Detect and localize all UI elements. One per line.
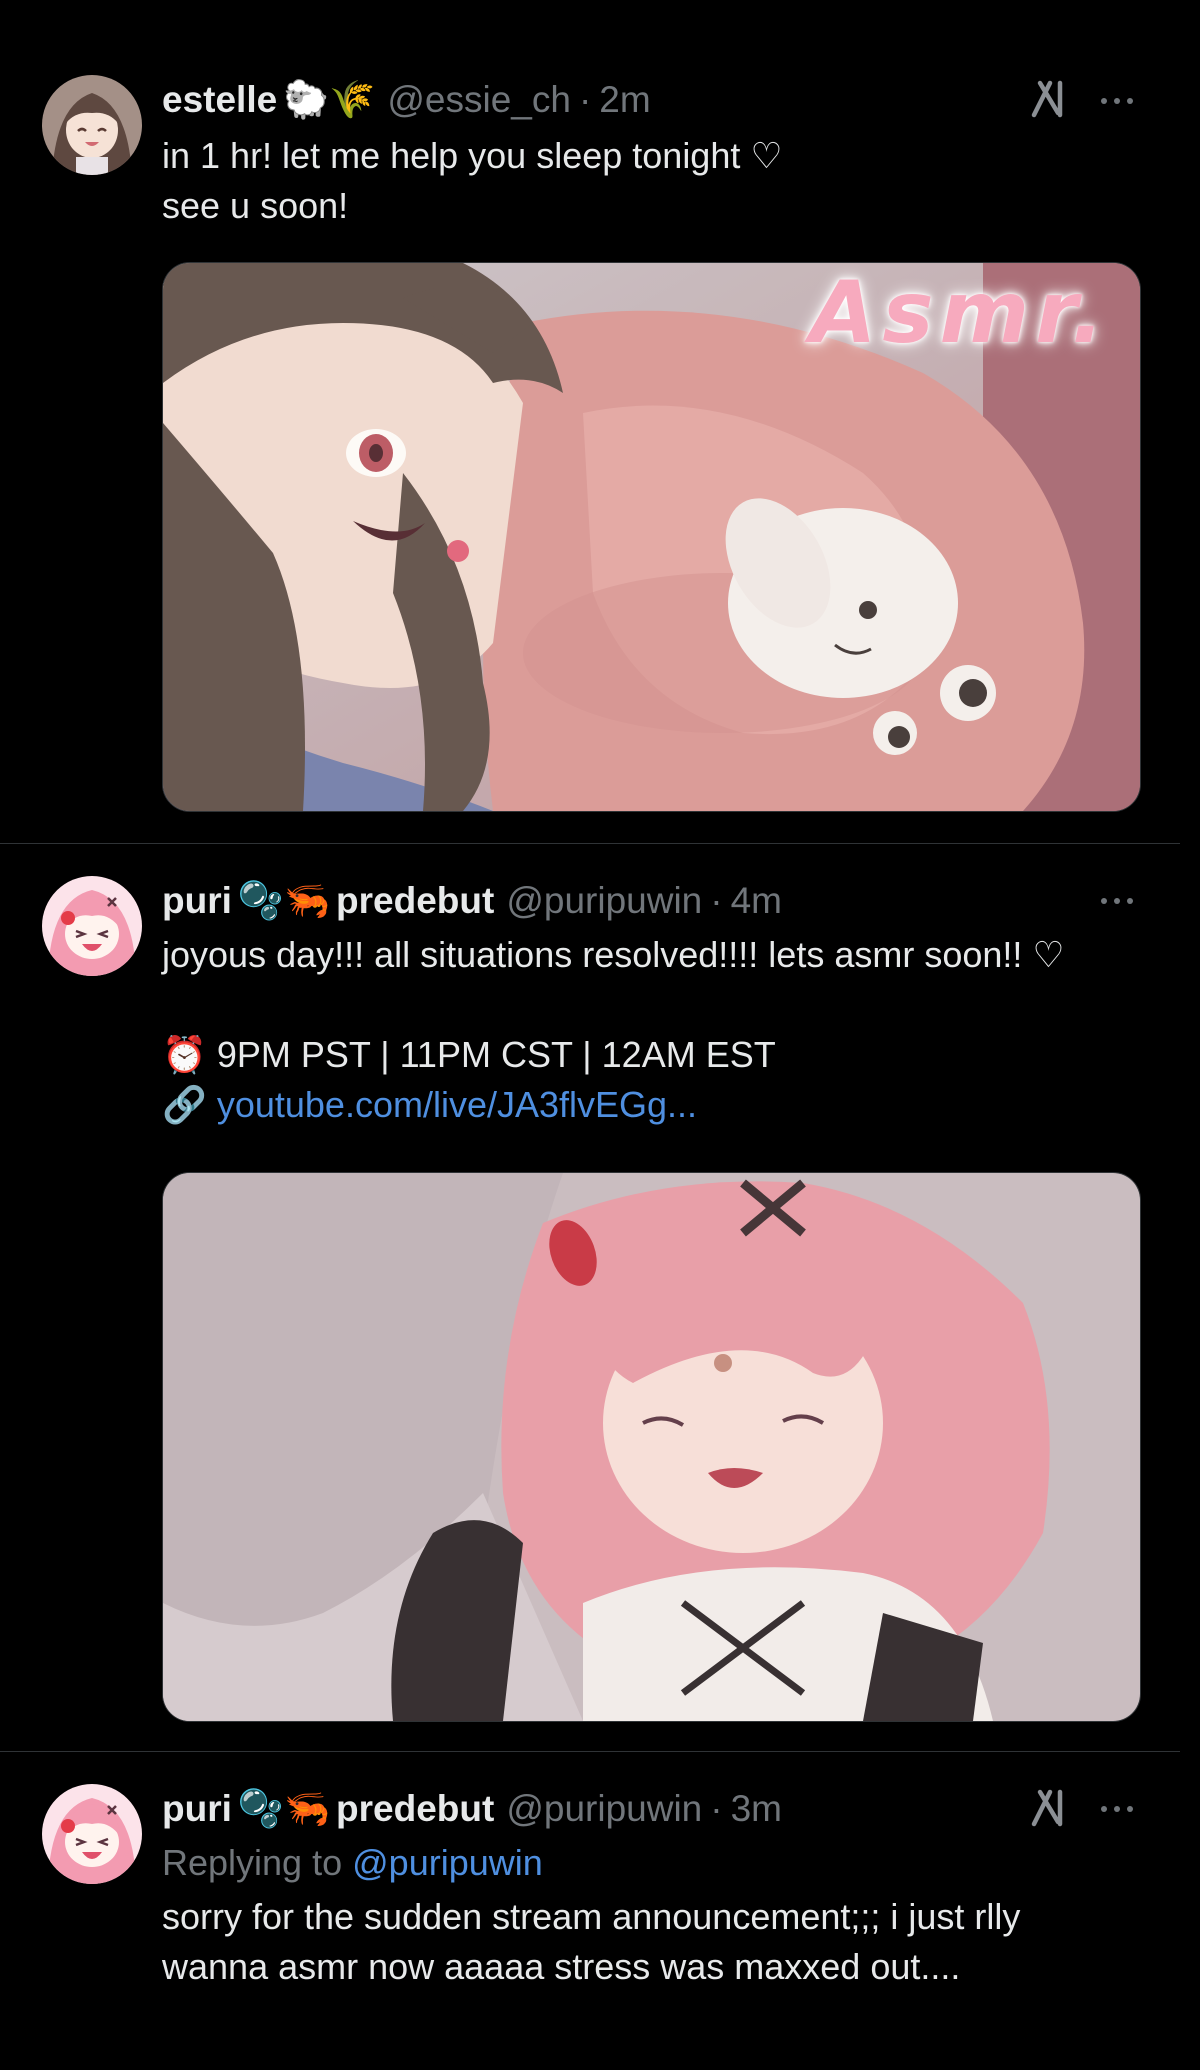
avatar[interactable] — [42, 75, 142, 175]
tweet-3[interactable]: puri 🫧🦐 predebut @puripuwin · 3m Replyin… — [0, 1752, 1200, 2070]
schedule-line: ⏰ 9PM PST | 11PM CST | 12AM EST — [162, 1030, 1065, 1080]
tweet-2[interactable]: puri 🫧🦐 predebut @puripuwin · 4m joyous … — [0, 844, 1200, 1751]
display-name[interactable]: puri — [162, 880, 232, 922]
link-line: 🔗 youtube.com/live/JA3flvEGg... — [162, 1080, 1065, 1130]
tweet-text-line: sorry for the sudden stream announcement… — [162, 1896, 1021, 1937]
media-overlay-text: Asmr. — [809, 263, 1110, 363]
tweet-header: puri 🫧🦐 predebut @puripuwin · 3m — [162, 1787, 782, 1831]
name-emoji: 🫧🦐 — [237, 1787, 331, 1829]
link-icon: 🔗 — [162, 1084, 207, 1125]
tweet-text-line: wanna asmr now aaaaa stress was maxxed o… — [162, 1946, 961, 1987]
tweet-header: estelle 🐑🌾 @essie_ch · 2m — [162, 78, 651, 122]
separator-dot: · — [710, 1788, 723, 1829]
replying-to: Replying to @puripuwin — [162, 1838, 543, 1888]
tweet-link[interactable]: youtube.com/live/JA3flvEGg... — [217, 1084, 697, 1125]
tweet-1[interactable]: estelle 🐑🌾 @essie_ch · 2m in 1 hr! let m… — [0, 0, 1200, 843]
more-icon[interactable] — [1097, 1788, 1137, 1828]
avatar[interactable] — [42, 1784, 142, 1884]
tweet-text: joyous day!!! all situations resolved!!!… — [162, 930, 1065, 1130]
tweet-image[interactable] — [162, 1172, 1141, 1722]
handle[interactable]: @puripuwin — [506, 880, 702, 922]
tweet-image[interactable]: Asmr. — [162, 262, 1141, 812]
display-name-suffix[interactable]: predebut — [336, 880, 494, 922]
separator-dot: · — [578, 79, 592, 120]
timestamp[interactable]: 2m — [599, 79, 650, 121]
handle[interactable]: @essie_ch — [387, 79, 571, 121]
avatar[interactable] — [42, 876, 142, 976]
timestamp[interactable]: 4m — [731, 880, 782, 922]
more-icon[interactable] — [1097, 80, 1137, 120]
timestamp[interactable]: 3m — [731, 1788, 782, 1830]
alarm-clock-icon: ⏰ — [162, 1034, 207, 1075]
grok-icon[interactable] — [1030, 79, 1070, 119]
name-emoji: 🫧🦐 — [237, 879, 331, 921]
more-icon[interactable] — [1097, 880, 1137, 920]
tweet-text-line: see u soon! — [162, 185, 349, 226]
display-name[interactable]: puri — [162, 1788, 232, 1830]
grok-icon[interactable] — [1030, 1788, 1070, 1828]
tweet-text: in 1 hr! let me help you sleep tonight ♡… — [162, 131, 783, 231]
display-name[interactable]: estelle — [162, 79, 277, 121]
tweet-text-line: in 1 hr! let me help you sleep tonight ♡ — [162, 135, 783, 176]
display-name-suffix[interactable]: predebut — [336, 1788, 494, 1830]
tweet-text: sorry for the sudden stream announcement… — [162, 1892, 1020, 1992]
separator-dot: · — [710, 880, 723, 921]
schedule-text: 9PM PST | 11PM CST | 12AM EST — [216, 1034, 776, 1075]
name-emoji: 🐑🌾 — [283, 78, 376, 120]
replying-label: Replying to — [162, 1842, 343, 1883]
tweet-text-line: joyous day!!! all situations resolved!!!… — [162, 934, 1065, 975]
reply-mention[interactable]: @puripuwin — [352, 1842, 543, 1883]
tweet-header: puri 🫧🦐 predebut @puripuwin · 4m — [162, 879, 782, 923]
handle[interactable]: @puripuwin — [506, 1788, 702, 1830]
